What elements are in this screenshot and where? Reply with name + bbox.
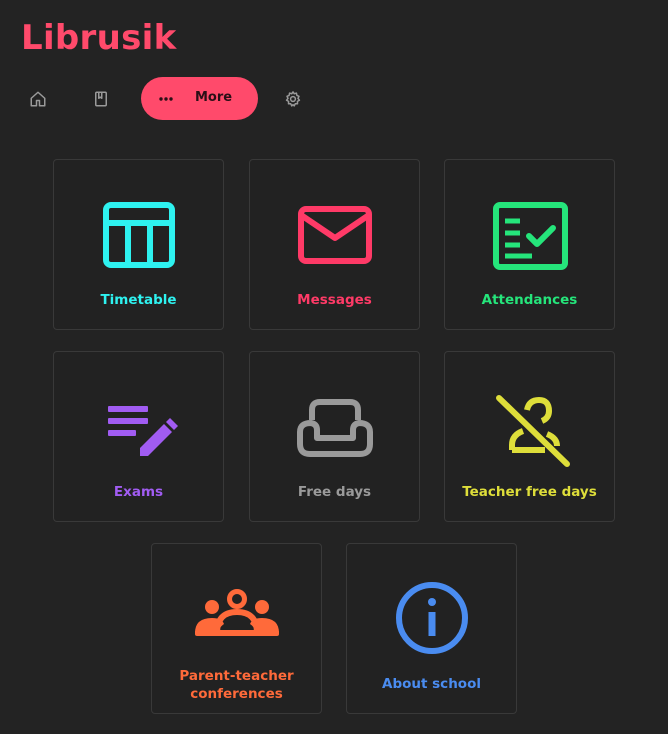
person-off-icon [485,390,575,470]
home-icon [30,91,46,107]
envelope-icon [290,198,380,278]
tile-about-school-label: About school [382,676,481,692]
tile-about-school[interactable]: About school [346,543,517,714]
tile-teacher-free-days[interactable]: Teacher free days [444,351,615,522]
tile-free-days[interactable]: Free days [249,351,420,522]
book-icon [95,91,107,107]
edit-note-icon [94,390,184,470]
tile-attendances-label: Attendances [481,292,578,308]
gear-icon [285,91,301,107]
tile-teacher-free-days-label: Teacher free days [462,484,597,500]
tile-messages[interactable]: Messages [249,159,420,330]
nav-settings-button[interactable] [279,85,307,113]
tile-messages-label: Messages [297,292,372,308]
nav-home-button[interactable] [24,85,52,113]
tile-timetable-label: Timetable [100,292,177,308]
nav-book-button[interactable] [87,85,115,113]
checklist-icon [485,198,575,278]
tile-timetable[interactable]: Timetable [53,159,224,330]
tile-exams-label: Exams [113,484,164,500]
more-dots-icon [159,97,173,101]
tile-parent-teacher-conferences[interactable]: Parent-teacher conferences [151,543,322,714]
table-icon [94,198,184,278]
info-icon [387,582,477,662]
groups-icon [192,582,282,662]
tile-exams[interactable]: Exams [53,351,224,522]
tile-conferences-label: Parent-teacher conferences [179,668,294,702]
tile-free-days-label: Free days [297,484,372,500]
nav-more-label: More [195,90,233,105]
nav-more-button[interactable]: More [141,77,258,120]
app-logo: Librusik [21,18,177,58]
tile-attendances[interactable]: Attendances [444,159,615,330]
couch-icon [290,390,380,470]
